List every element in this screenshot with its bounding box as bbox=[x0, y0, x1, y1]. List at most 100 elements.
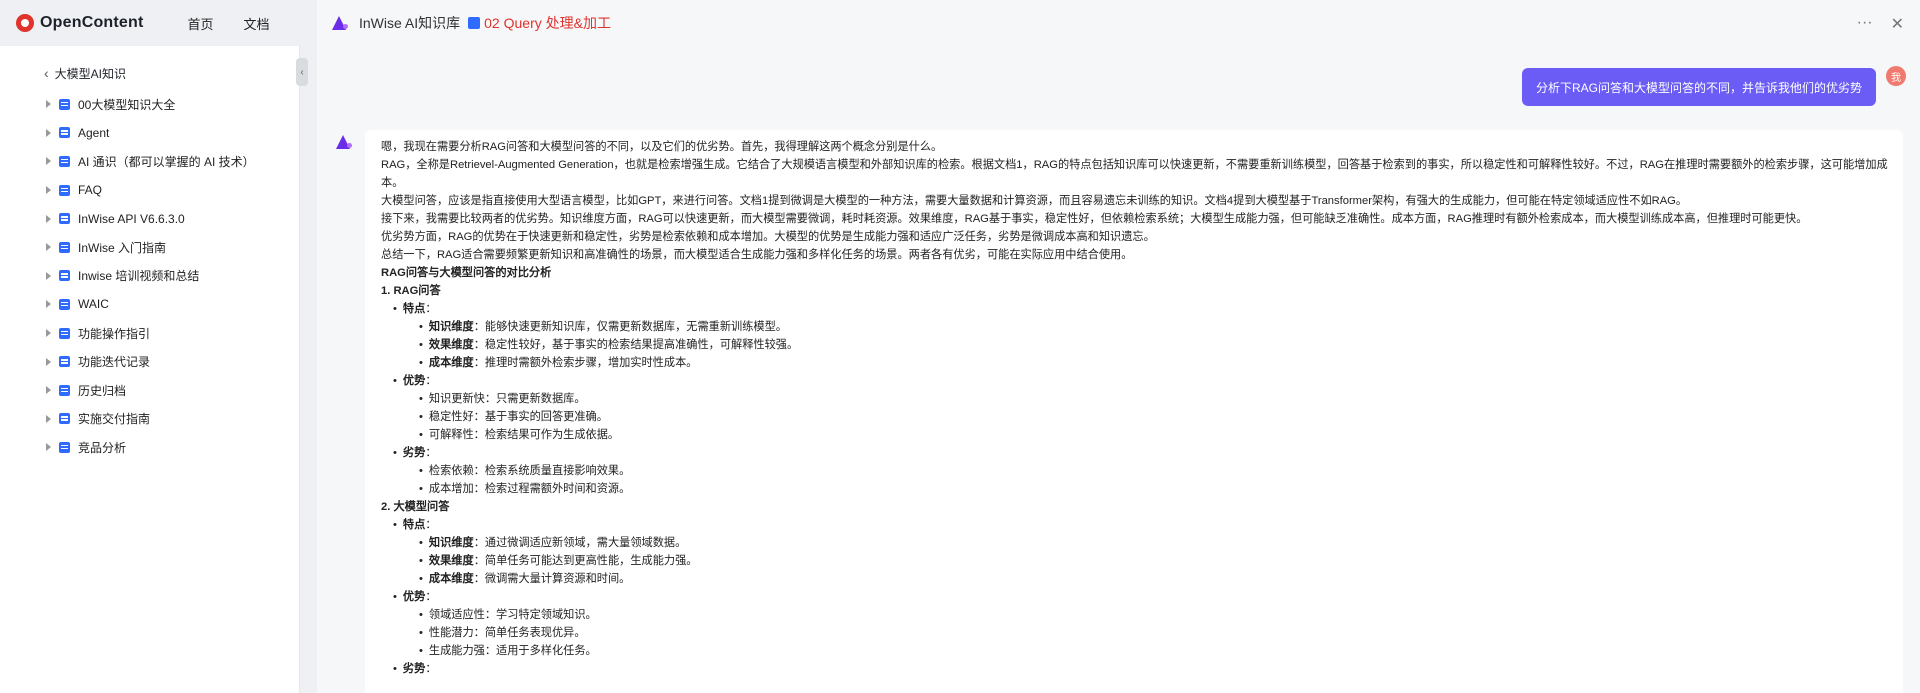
tree-item[interactable]: 00大模型知识大全 bbox=[0, 90, 299, 119]
list-label: 优势 bbox=[402, 591, 426, 603]
list-key: 知识维度 bbox=[428, 537, 474, 549]
list-value: ：微调需大量计算资源和时间。 bbox=[473, 573, 631, 585]
list-key: 效果维度 bbox=[428, 555, 474, 567]
tree-item[interactable]: 历史归档 bbox=[0, 376, 299, 405]
logo[interactable]: OpenContent bbox=[16, 14, 144, 32]
nav-item-docs[interactable]: 文档 bbox=[244, 14, 270, 33]
doc-icon bbox=[59, 155, 70, 167]
assistant-avatar-icon bbox=[335, 134, 355, 152]
list-item: 劣势： bbox=[381, 660, 1889, 678]
doc-icon bbox=[468, 17, 481, 29]
caret-right-icon[interactable] bbox=[46, 357, 51, 366]
user-message-row: 分析下RAG问答和大模型问答的不同，并告诉我他们的优劣势 我 bbox=[1521, 66, 1906, 106]
chevron-left-icon: ‹ bbox=[44, 65, 49, 81]
list-item: 可解释性：检索结果可作为生成依据。 bbox=[381, 426, 1889, 444]
tree-item-label: InWise 入门指南 bbox=[78, 240, 167, 255]
doc-icon bbox=[59, 270, 70, 282]
list-label: 优势 bbox=[402, 375, 426, 387]
list-item: 领域适应性：学习特定领域知识。 bbox=[381, 606, 1889, 624]
inwise-logo-icon bbox=[331, 14, 349, 32]
list-item: 知识更新快：只需更新数据库。 bbox=[381, 390, 1889, 408]
answer-paragraph: 接下来，我需要比较两者的优劣势。知识维度方面，RAG可以快速更新，而大模型需要微… bbox=[381, 213, 1808, 225]
list-item: 优势： bbox=[381, 588, 1889, 606]
caret-right-icon[interactable] bbox=[46, 271, 51, 280]
tree-item[interactable]: 竞品分析 bbox=[0, 433, 299, 462]
tree-item-label: FAQ bbox=[78, 183, 103, 198]
tree-item[interactable]: InWise 入门指南 bbox=[0, 233, 299, 262]
list-key: 效果维度 bbox=[428, 339, 474, 351]
logo-text: OpenContent bbox=[40, 14, 144, 31]
tree-item[interactable]: InWise API V6.6.3.0 bbox=[0, 204, 299, 233]
list-key: 成本维度 bbox=[428, 357, 474, 369]
tree-item[interactable]: Agent bbox=[0, 119, 299, 148]
doc-icon bbox=[59, 213, 70, 225]
user-avatar[interactable]: 我 bbox=[1886, 66, 1906, 86]
colon: ： bbox=[425, 303, 437, 315]
caret-right-icon[interactable] bbox=[46, 414, 51, 423]
answer-paragraph: 大模型问答，应该是指直接使用大型语言模型，比如GPT，来进行问答。文档1提到微调… bbox=[381, 195, 1688, 207]
section-title: 2. 大模型问答 bbox=[381, 501, 450, 513]
list-value: ：推理时需额外检索步骤，增加实时性成本。 bbox=[473, 357, 698, 369]
doc-icon bbox=[59, 241, 70, 253]
breadcrumb-doc[interactable]: 02 Query 处理&加工 bbox=[484, 13, 611, 33]
caret-right-icon[interactable] bbox=[46, 186, 51, 195]
colon: ： bbox=[425, 591, 437, 603]
nav-item-home[interactable]: 首页 bbox=[188, 14, 214, 33]
close-icon[interactable]: ✕ bbox=[1891, 14, 1904, 34]
answer-paragraph: 嗯，我现在需要分析RAG问答和大模型问答的不同，以及它们的优劣势。首先，我得理解… bbox=[381, 141, 943, 153]
list-value: ：简单任务可能达到更高性能，生成能力强。 bbox=[473, 555, 698, 567]
tree-item-label: WAIC bbox=[78, 297, 109, 312]
main-nav: 首页 文档 bbox=[188, 14, 270, 33]
tree-item[interactable]: AI 通识（都可以掌握的 AI 技术） bbox=[0, 147, 299, 176]
tree-item[interactable]: 实施交付指南 bbox=[0, 405, 299, 434]
list-label: 劣势 bbox=[402, 447, 426, 459]
list-item: 知识维度：通过微调适应新领域，需大量领域数据。 bbox=[381, 534, 1889, 552]
tree-item[interactable]: 功能迭代记录 bbox=[0, 347, 299, 376]
colon: ： bbox=[425, 519, 437, 531]
caret-right-icon[interactable] bbox=[46, 100, 51, 109]
caret-right-icon[interactable] bbox=[46, 243, 51, 252]
caret-right-icon[interactable] bbox=[46, 157, 51, 166]
tree-item-label: Inwise 培训视频和总结 bbox=[78, 269, 200, 284]
doc-icon bbox=[59, 298, 70, 310]
opencontent-logo-icon bbox=[16, 14, 34, 32]
caret-right-icon[interactable] bbox=[46, 329, 51, 338]
tree-item-label: AI 通识（都可以掌握的 AI 技术） bbox=[78, 154, 255, 169]
panel-title: InWise AI知识库 bbox=[359, 15, 461, 31]
list-value: ：稳定性较好，基于事实的检索结果提高准确性，可解释性较强。 bbox=[473, 339, 799, 351]
tree-item-label: 历史归档 bbox=[78, 383, 127, 398]
doc-icon bbox=[59, 184, 70, 196]
doc-icon bbox=[59, 127, 70, 139]
tree-item[interactable]: WAIC bbox=[0, 290, 299, 319]
caret-right-icon[interactable] bbox=[46, 300, 51, 309]
list-item: 稳定性好：基于事实的回答更准确。 bbox=[381, 408, 1889, 426]
colon: ： bbox=[425, 447, 437, 459]
caret-right-icon[interactable] bbox=[46, 443, 51, 452]
tree-item[interactable]: FAQ bbox=[0, 176, 299, 205]
answer-paragraph: RAG，全称是Retrievel-Augmented Generation，也就… bbox=[381, 159, 1888, 189]
list-label: 特点 bbox=[402, 303, 426, 315]
more-icon[interactable]: ··· bbox=[1857, 14, 1873, 34]
tree-item[interactable]: Inwise 培训视频和总结 bbox=[0, 262, 299, 291]
app-shell: OpenContent 首页 文档 ‹ 大模型AI知识 00大模型知识大全 Ag… bbox=[0, 0, 317, 693]
list-label: 劣势 bbox=[402, 663, 426, 675]
list-item: 检索依赖：检索系统质量直接影响效果。 bbox=[381, 462, 1889, 480]
tree-item-label: 实施交付指南 bbox=[78, 412, 151, 427]
colon: ： bbox=[425, 375, 437, 387]
assistant-answer: 嗯，我现在需要分析RAG问答和大模型问答的不同，以及它们的优劣势。首先，我得理解… bbox=[365, 130, 1903, 693]
caret-right-icon[interactable] bbox=[46, 128, 51, 137]
colon: ： bbox=[425, 663, 437, 675]
sidebar-back-link[interactable]: ‹ 大模型AI知识 bbox=[0, 56, 299, 90]
caret-right-icon[interactable] bbox=[46, 214, 51, 223]
list-item: 生成能力强：适用于多样化任务。 bbox=[381, 642, 1889, 660]
sidebar-collapse-button[interactable]: ‹ bbox=[296, 58, 308, 86]
tree-item-label: 功能操作指引 bbox=[78, 326, 151, 341]
doc-icon bbox=[59, 441, 70, 453]
doc-icon bbox=[59, 98, 70, 110]
answer-heading: RAG问答与大模型问答的对比分析 bbox=[381, 267, 552, 279]
tree-item[interactable]: 功能操作指引 bbox=[0, 319, 299, 348]
caret-right-icon[interactable] bbox=[46, 386, 51, 395]
list-item: 成本维度：微调需大量计算资源和时间。 bbox=[381, 570, 1889, 588]
list-item: 效果维度：简单任务可能达到更高性能，生成能力强。 bbox=[381, 552, 1889, 570]
sidebar-section-title: 大模型AI知识 bbox=[54, 66, 127, 81]
